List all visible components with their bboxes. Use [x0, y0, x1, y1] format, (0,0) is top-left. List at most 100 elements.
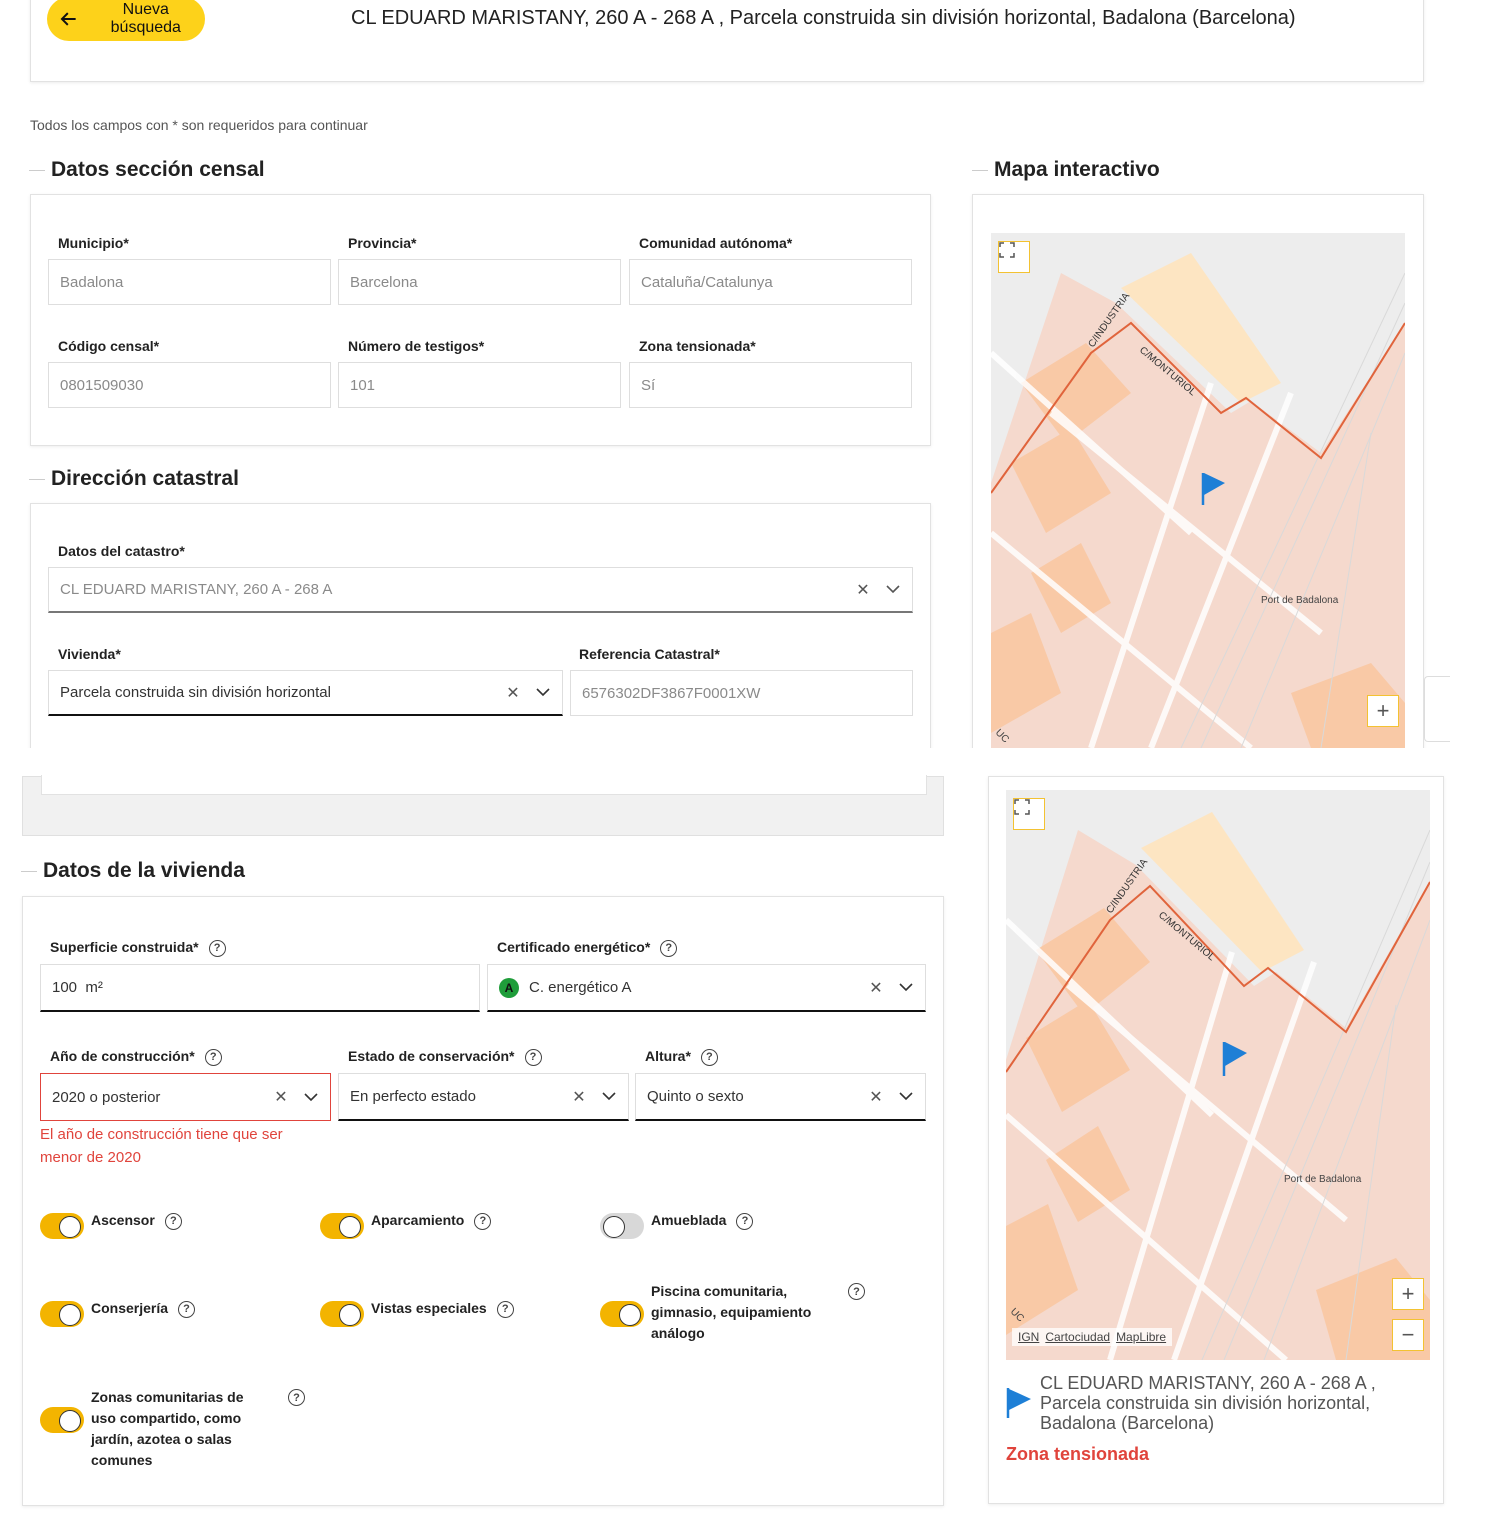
- referencia-field[interactable]: 6576302DF3867F0001XW: [570, 670, 913, 716]
- help-icon[interactable]: ?: [178, 1300, 196, 1318]
- vivienda-select[interactable]: Parcela construida sin división horizont…: [48, 670, 563, 716]
- codigo-censal-field[interactable]: 0801509030: [48, 362, 331, 408]
- superficie-label: Superficie construida*?: [50, 939, 226, 957]
- clear-icon[interactable]: ✕: [868, 980, 884, 997]
- chevron-down-icon[interactable]: [898, 980, 914, 996]
- anio-error-message: El año de construcción tiene que ser men…: [40, 1126, 283, 1166]
- municipio-label: Municipio*: [58, 235, 129, 251]
- fullscreen-icon[interactable]: [998, 241, 1030, 273]
- anio-select[interactable]: 2020 o posterior ✕: [40, 1073, 331, 1121]
- certificado-value: C. energético A: [529, 979, 632, 996]
- help-icon[interactable]: ?: [164, 1212, 182, 1230]
- amueblada-toggle[interactable]: [600, 1213, 644, 1239]
- comunidad-field[interactable]: Cataluña/Catalunya: [629, 259, 912, 305]
- codigo-censal-value: 0801509030: [60, 376, 144, 394]
- provincia-label: Provincia*: [348, 235, 417, 251]
- conserjeria-toggle[interactable]: [40, 1301, 84, 1327]
- clear-icon[interactable]: ✕: [571, 1089, 587, 1106]
- altura-value: Quinto o sexto: [647, 1088, 744, 1105]
- census-card: Municipio* Badalona Provincia* Barcelona…: [30, 194, 931, 446]
- provincia-value: Barcelona: [350, 273, 418, 291]
- provincia-field[interactable]: Barcelona: [338, 259, 621, 305]
- referencia-value: 6576302DF3867F0001XW: [582, 684, 761, 702]
- help-icon[interactable]: ?: [524, 1048, 542, 1066]
- help-icon[interactable]: ?: [736, 1212, 754, 1230]
- municipio-field[interactable]: Badalona: [48, 259, 331, 305]
- zoom-in-button[interactable]: +: [1367, 695, 1399, 727]
- interactive-map-top[interactable]: C/INDUSTRIA C/MONTURIOL Port de Badalona…: [991, 233, 1405, 748]
- screenshot-gap: [0, 748, 1500, 776]
- ascensor-label: Ascensor?: [91, 1210, 182, 1231]
- help-icon[interactable]: ?: [208, 939, 226, 957]
- superficie-input[interactable]: 100 m²: [40, 964, 480, 1012]
- help-icon[interactable]: ?: [474, 1212, 492, 1230]
- anio-label: Año de construcción*?: [50, 1048, 222, 1066]
- clear-icon[interactable]: ✕: [273, 1089, 289, 1106]
- conserjeria-label: Conserjería?: [91, 1298, 196, 1319]
- catastro-section-title: Dirección catastral: [29, 467, 239, 490]
- help-icon[interactable]: ?: [288, 1389, 305, 1406]
- ascensor-toggle[interactable]: [40, 1213, 84, 1239]
- zonas-comunitarias-label: Zonas comunitarias de uso compartido, co…: [91, 1389, 244, 1468]
- attribution-link[interactable]: Cartociudad: [1045, 1330, 1110, 1344]
- clear-icon[interactable]: ✕: [868, 1089, 884, 1106]
- comunidad-label: Comunidad autónoma*: [639, 235, 793, 251]
- help-icon[interactable]: ?: [204, 1048, 222, 1066]
- map-section-title: Mapa interactivo: [972, 158, 1160, 181]
- estado-value: En perfecto estado: [350, 1088, 476, 1105]
- map-address: CL EDUARD MARISTANY, 260 A - 268 A , Par…: [1040, 1373, 1376, 1433]
- chevron-down-icon[interactable]: [601, 1089, 617, 1105]
- attribution-link[interactable]: MapLibre: [1116, 1330, 1166, 1344]
- aparcamiento-toggle[interactable]: [320, 1213, 364, 1239]
- new-search-label: Nueva búsqueda: [110, 1, 181, 36]
- anio-value: 2020 o posterior: [52, 1088, 161, 1106]
- aparcamiento-label: Aparcamiento?: [371, 1210, 492, 1231]
- catastro-card: Datos del catastro* CL EDUARD MARISTANY,…: [30, 503, 931, 763]
- chevron-down-icon[interactable]: [885, 582, 901, 598]
- clear-icon[interactable]: ✕: [855, 582, 871, 599]
- arrow-left-icon: [60, 12, 76, 26]
- testigos-field[interactable]: 101: [338, 362, 621, 408]
- help-icon[interactable]: ?: [660, 939, 678, 957]
- vistas-label: Vistas especiales?: [371, 1298, 514, 1319]
- vivienda-card: Superficie construida*? 100 m² Certifica…: [22, 896, 944, 1506]
- zona-tensionada-field[interactable]: Sí: [629, 362, 912, 408]
- altura-select[interactable]: Quinto o sexto ✕: [635, 1073, 926, 1121]
- help-icon[interactable]: ?: [496, 1300, 514, 1318]
- amueblada-label: Amueblada?: [651, 1210, 754, 1231]
- interactive-map-bottom[interactable]: C/INDUSTRIA C/MONTURIOL Port de Badalona…: [1006, 790, 1430, 1360]
- header-address: CL EDUARD MARISTANY, 260 A - 268 A , Par…: [351, 7, 1296, 29]
- certificado-label: Certificado energético*?: [497, 939, 678, 957]
- certificado-select[interactable]: A C. energético A ✕: [487, 964, 926, 1012]
- testigos-value: 101: [350, 376, 376, 394]
- recaptcha-badge[interactable]: [1424, 676, 1450, 742]
- required-fields-note: Todos los campos con * son requeridos pa…: [30, 117, 368, 133]
- zonas-comunitarias-toggle[interactable]: [40, 1407, 84, 1433]
- superficie-unit: m²: [85, 979, 103, 996]
- estado-select[interactable]: En perfecto estado ✕: [338, 1073, 629, 1121]
- piscina-toggle[interactable]: [600, 1301, 644, 1327]
- zona-tensionada-status: Zona tensionada: [1006, 1444, 1150, 1464]
- help-icon[interactable]: ?: [848, 1283, 865, 1300]
- datos-catastro-select[interactable]: CL EDUARD MARISTANY, 260 A - 268 A ✕: [48, 567, 913, 613]
- vivienda-value: Parcela construida sin división horizont…: [60, 684, 331, 701]
- vistas-toggle[interactable]: [320, 1301, 364, 1327]
- chevron-down-icon[interactable]: [303, 1089, 319, 1105]
- piscina-label: Piscina comunitaria, gimnasio, equipamie…: [651, 1283, 812, 1341]
- comunidad-value: Cataluña/Catalunya: [641, 273, 773, 291]
- vivienda-label: Vivienda*: [58, 646, 121, 662]
- attribution-link[interactable]: IGN: [1018, 1330, 1039, 1344]
- zoom-in-button[interactable]: +: [1392, 1278, 1424, 1310]
- zoom-out-button[interactable]: −: [1392, 1319, 1424, 1351]
- chevron-down-icon[interactable]: [898, 1089, 914, 1105]
- altura-label: Altura*?: [645, 1048, 718, 1066]
- clear-icon[interactable]: ✕: [505, 685, 521, 702]
- zona-tensionada-label: Zona tensionada*: [639, 338, 756, 354]
- fullscreen-icon[interactable]: [1013, 798, 1045, 830]
- testigos-label: Número de testigos*: [348, 338, 485, 354]
- help-icon[interactable]: ?: [700, 1048, 718, 1066]
- energy-badge-a: A: [499, 977, 519, 998]
- chevron-down-icon[interactable]: [535, 685, 551, 701]
- place-label: Port de Badalona: [1284, 1174, 1362, 1185]
- new-search-button[interactable]: Nueva búsqueda: [47, 0, 205, 41]
